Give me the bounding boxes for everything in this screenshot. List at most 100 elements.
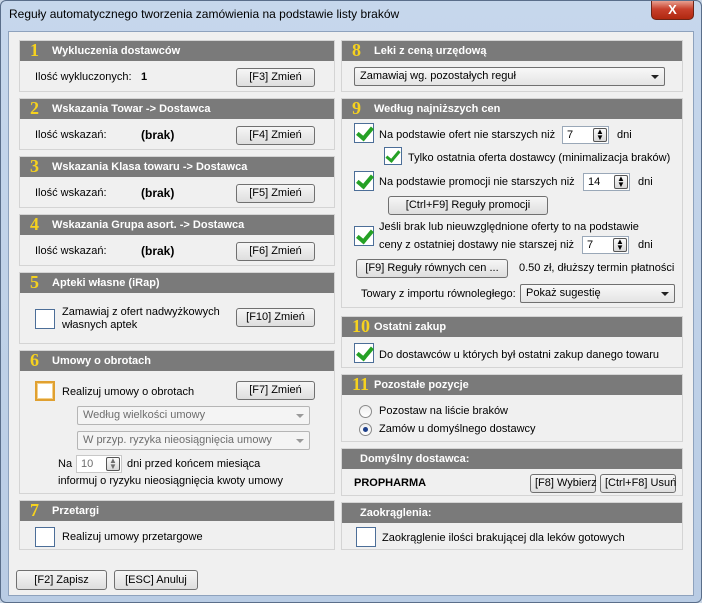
last-offer-only-checkbox[interactable] <box>384 147 402 165</box>
cancel-button[interactable]: [ESC] Anuluj <box>114 570 198 590</box>
section-number: 4 <box>30 214 39 234</box>
recent-offers-checkbox[interactable] <box>354 123 374 143</box>
turnover-agreements-label: Realizuj umowy o obrotach <box>62 386 195 398</box>
section-turnover-agreements: 6 Umowy o obrotach Realizuj umowy o obro… <box>19 350 335 494</box>
rounding-checkbox[interactable] <box>356 527 376 547</box>
section-remaining-items: 11 Pozostałe pozycje Pozostaw na liście … <box>341 374 683 442</box>
chevron-down-icon <box>296 414 304 418</box>
close-button[interactable]: X <box>651 1 694 20</box>
f10-change-button[interactable]: [F10] Zmień <box>236 308 315 327</box>
f6-change-button[interactable]: [F6] Zmień <box>236 242 315 261</box>
section-header: Domyślny dostawca: <box>342 449 682 469</box>
spin-arrows-icon[interactable]: ▲ ▼ <box>593 128 607 142</box>
save-button[interactable]: [F2] Zapisz <box>16 570 107 590</box>
delivery-age-unit: dni <box>638 239 653 251</box>
parallel-import-label: Towary z importu równoległego: <box>361 288 516 300</box>
section-number: 7 <box>30 500 39 520</box>
indications-count-value: (brak) <box>141 186 175 200</box>
section-number: 3 <box>30 156 39 176</box>
spin-arrows-icon[interactable]: ▲ ▼ <box>106 457 120 471</box>
indications-count-value: (brak) <box>141 128 175 142</box>
section-tenders: 7 Przetargi Realizuj umowy przetargowe <box>19 500 335 550</box>
spin-arrows-icon[interactable]: ▲ ▼ <box>614 175 628 189</box>
tender-agreements-checkbox[interactable] <box>35 527 55 547</box>
section-lowest-prices: 9 Według najniższych cen Na podstawie of… <box>341 98 683 308</box>
section-title: Przetargi <box>52 505 100 517</box>
indications-count-label: Ilość wskazań: <box>35 129 107 141</box>
risk-mode-value: W przyp. ryzyka nieosiągnięcia umowy <box>83 434 272 446</box>
close-icon: X <box>668 2 677 17</box>
excluded-count-label: Ilość wykluczonych: <box>35 71 132 83</box>
tender-agreements-label: Realizuj umowy przetargowe <box>62 531 203 543</box>
section-number: 5 <box>30 272 39 292</box>
risk-mode-select[interactable]: W przyp. ryzyka nieosiągnięcia umowy <box>77 431 310 450</box>
surplus-offers-label-line2: własnych aptek <box>62 319 138 331</box>
promotions-age-value: 14 <box>588 176 601 188</box>
section-header: 6 Umowy o obrotach <box>20 350 334 371</box>
section-supplier-exclusions: 1 Wykluczenia dostawców Ilość wykluczony… <box>19 40 335 92</box>
promotions-label: Na podstawie promocji nie starszych niż <box>379 176 575 188</box>
last-delivery-price-checkbox[interactable] <box>354 226 374 246</box>
offers-age-unit: dni <box>617 129 632 141</box>
section-product-supplier: 2 Wskazania Towar -> Dostawca Ilość wska… <box>19 98 335 150</box>
dialog-client-area: 1 Wykluczenia dostawców Ilość wykluczony… <box>8 31 694 596</box>
last-purchase-checkbox[interactable] <box>354 343 374 363</box>
section-header: 4 Wskazania Grupa asort. -> Dostawca <box>20 214 334 235</box>
section-title: Umowy o obrotach <box>52 355 152 367</box>
section-header: Zaokrąglenia: <box>342 503 682 523</box>
rounding-label: Zaokrąglenie ilości brakującej dla leków… <box>382 532 625 544</box>
section-title: Wskazania Grupa asort. -> Dostawca <box>52 219 245 231</box>
section-header: 10 Ostatni zakup <box>342 316 682 337</box>
last-delivery-price-label: Jeśli brak lub nieuwzględnione oferty to… <box>379 221 639 233</box>
leave-on-list-label: Pozostaw na liście braków <box>379 405 509 417</box>
section-title: Ostatni zakup <box>374 321 447 333</box>
official-price-value: Zamawiaj wg. pozostałych reguł <box>360 70 516 82</box>
f4-change-button[interactable]: [F4] Zmień <box>236 126 315 145</box>
chevron-down-icon <box>651 75 659 79</box>
section-header: 9 Według najniższych cen <box>342 98 682 119</box>
equal-prices-summary: 0.50 zł, dłuższy termin płatności <box>519 262 675 274</box>
delivery-age-value: 7 <box>587 239 594 251</box>
days-before-month-end-stepper[interactable]: 10 ▲ ▼ <box>76 455 122 473</box>
section-header: 5 Apteki własne (iRap) <box>20 272 334 293</box>
surplus-offers-label: Zamawiaj z ofert nadwyżkowych <box>62 306 220 318</box>
section-default-supplier: Domyślny dostawca: PROPHARMA [F8] Wybier… <box>341 448 683 496</box>
choose-supplier-button[interactable]: [F8] Wybierz <box>530 474 597 493</box>
f7-change-button[interactable]: [F7] Zmień <box>236 381 315 400</box>
title-bar[interactable]: Reguły automatycznego tworzenia zamówien… <box>1 1 701 27</box>
last-purchase-label: Do dostawców u których był ostatni zakup… <box>379 349 660 361</box>
indications-count-label: Ilość wskazań: <box>35 245 107 257</box>
leave-on-list-radio[interactable] <box>359 405 372 418</box>
last-offer-only-label: Tylko ostatnia oferta dostawcy (minimali… <box>408 152 671 164</box>
parallel-import-value: Pokaż sugestię <box>526 287 601 299</box>
promotions-checkbox[interactable] <box>354 171 374 191</box>
promotions-age-stepper[interactable]: 14 ▲ ▼ <box>583 173 630 191</box>
spin-arrows-icon[interactable]: ▲ ▼ <box>613 238 627 252</box>
section-title: Wykluczenia dostawców <box>52 45 181 57</box>
section-title: Zaokrąglenia: <box>360 507 432 519</box>
parallel-import-select[interactable]: Pokaż sugestię <box>520 284 675 303</box>
f5-change-button[interactable]: [F5] Zmień <box>236 184 315 203</box>
agreement-size-select[interactable]: Według wielkości umowy <box>77 406 310 425</box>
delivery-age-stepper[interactable]: 7 ▲ ▼ <box>582 236 629 254</box>
order-default-supplier-radio[interactable] <box>359 423 372 436</box>
promotion-rules-button[interactable]: [Ctrl+F9] Reguły promocji <box>388 196 548 215</box>
section-official-price-drugs: 8 Leki z ceną urzędową Zamawiaj wg. pozo… <box>341 40 683 92</box>
indications-count-value: (brak) <box>141 244 175 258</box>
agreement-size-value: Według wielkości umowy <box>83 409 206 421</box>
section-class-supplier: 3 Wskazania Klasa towaru -> Dostawca Ilo… <box>19 156 335 208</box>
indications-count-label: Ilość wskazań: <box>35 187 107 199</box>
section-title: Według najniższych cen <box>374 103 501 115</box>
offers-age-stepper[interactable]: 7 ▲ ▼ <box>562 126 609 144</box>
section-number: 8 <box>352 40 361 60</box>
delete-supplier-button[interactable]: [Ctrl+F8] Usuń <box>600 474 676 493</box>
section-last-purchase: 10 Ostatni zakup Do dostawców u których … <box>341 316 683 368</box>
equal-prices-rules-button[interactable]: [F9] Reguły równych cen ... <box>356 259 508 278</box>
section-header: 3 Wskazania Klasa towaru -> Dostawca <box>20 156 334 177</box>
f3-change-button[interactable]: [F3] Zmień <box>236 68 315 87</box>
turnover-agreements-checkbox[interactable] <box>35 381 55 401</box>
chevron-down-icon <box>296 439 304 443</box>
surplus-offers-checkbox[interactable] <box>35 309 55 329</box>
section-number: 10 <box>352 316 370 336</box>
official-price-select[interactable]: Zamawiaj wg. pozostałych reguł <box>354 67 665 86</box>
